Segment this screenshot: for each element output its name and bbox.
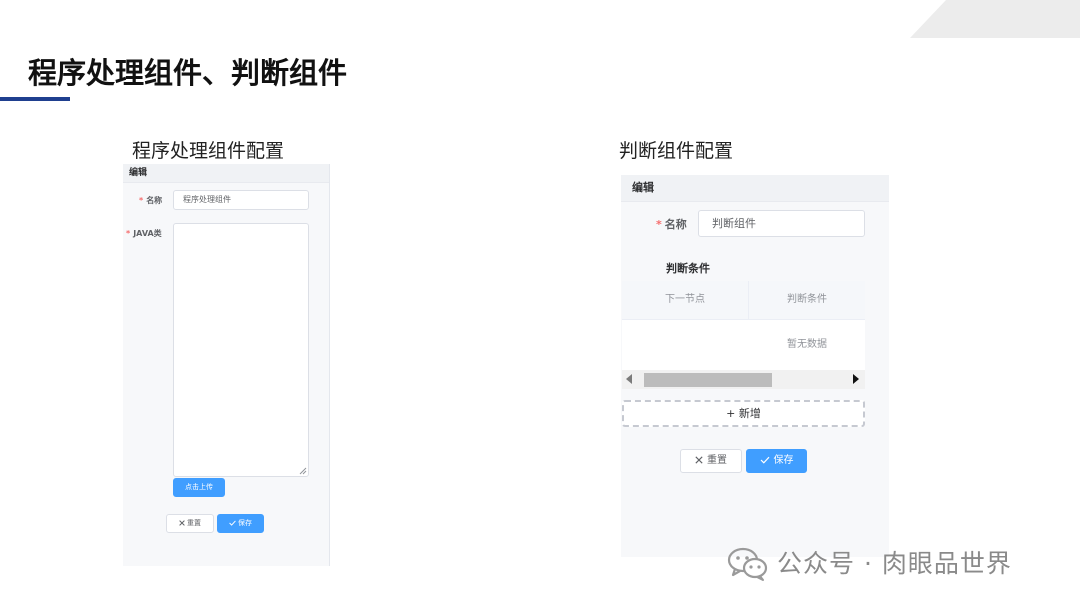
required-mark: * [656,218,662,231]
resize-grip-icon[interactable] [299,467,307,475]
java-class-label: * JAVA类 [126,229,162,238]
name-input[interactable]: 判断组件 [698,210,865,237]
wechat-icon [727,547,768,581]
program-component-panel: 编辑 * 名称 程序处理组件 * JAVA类 点击上传 重置 保存 [123,164,330,566]
close-icon [695,456,703,464]
close-icon [179,520,185,526]
add-condition-button[interactable]: + 新增 [622,400,865,427]
java-class-textarea[interactable] [173,223,309,477]
horizontal-scrollbar[interactable] [622,370,865,389]
reset-button[interactable]: 重置 [166,514,214,533]
panel-header: 编辑 [621,175,889,202]
corner-decoration [910,0,1080,38]
save-button[interactable]: 保存 [746,449,807,473]
scroll-left-icon[interactable] [626,374,632,384]
right-caption: 判断组件配置 [619,140,734,162]
conditions-title: 判断条件 [666,262,710,275]
column-next-node: 下一节点 [622,281,749,319]
panel-header: 编辑 [123,164,329,183]
check-icon [760,456,769,464]
table-header: 下一节点 判断条件 [622,281,865,320]
title-underline [0,97,70,101]
name-label: * 名称 [139,196,163,205]
name-label: * 名称 [656,218,687,231]
column-condition: 判断条件 [787,294,827,305]
scroll-thumb[interactable] [644,373,772,387]
judge-component-panel: 编辑 * 名称 判断组件 判断条件 下一节点 判断条件 暂无数据 + 新增 重置 … [621,175,889,557]
required-mark: * [139,196,144,205]
upload-button[interactable]: 点击上传 [173,478,225,497]
left-caption: 程序处理组件配置 [132,140,285,162]
slide-title: 程序处理组件、判断组件 [28,56,348,90]
watermark-text: 公众号 · 肉眼品世界 [777,549,1012,578]
required-mark: * [126,229,131,238]
save-button[interactable]: 保存 [217,514,264,533]
scroll-right-icon[interactable] [853,374,859,384]
name-input[interactable]: 程序处理组件 [173,190,309,210]
reset-button[interactable]: 重置 [680,449,742,473]
empty-data-text: 暂无数据 [787,339,827,350]
check-icon [229,520,236,526]
conditions-table: 下一节点 判断条件 暂无数据 [622,281,865,389]
